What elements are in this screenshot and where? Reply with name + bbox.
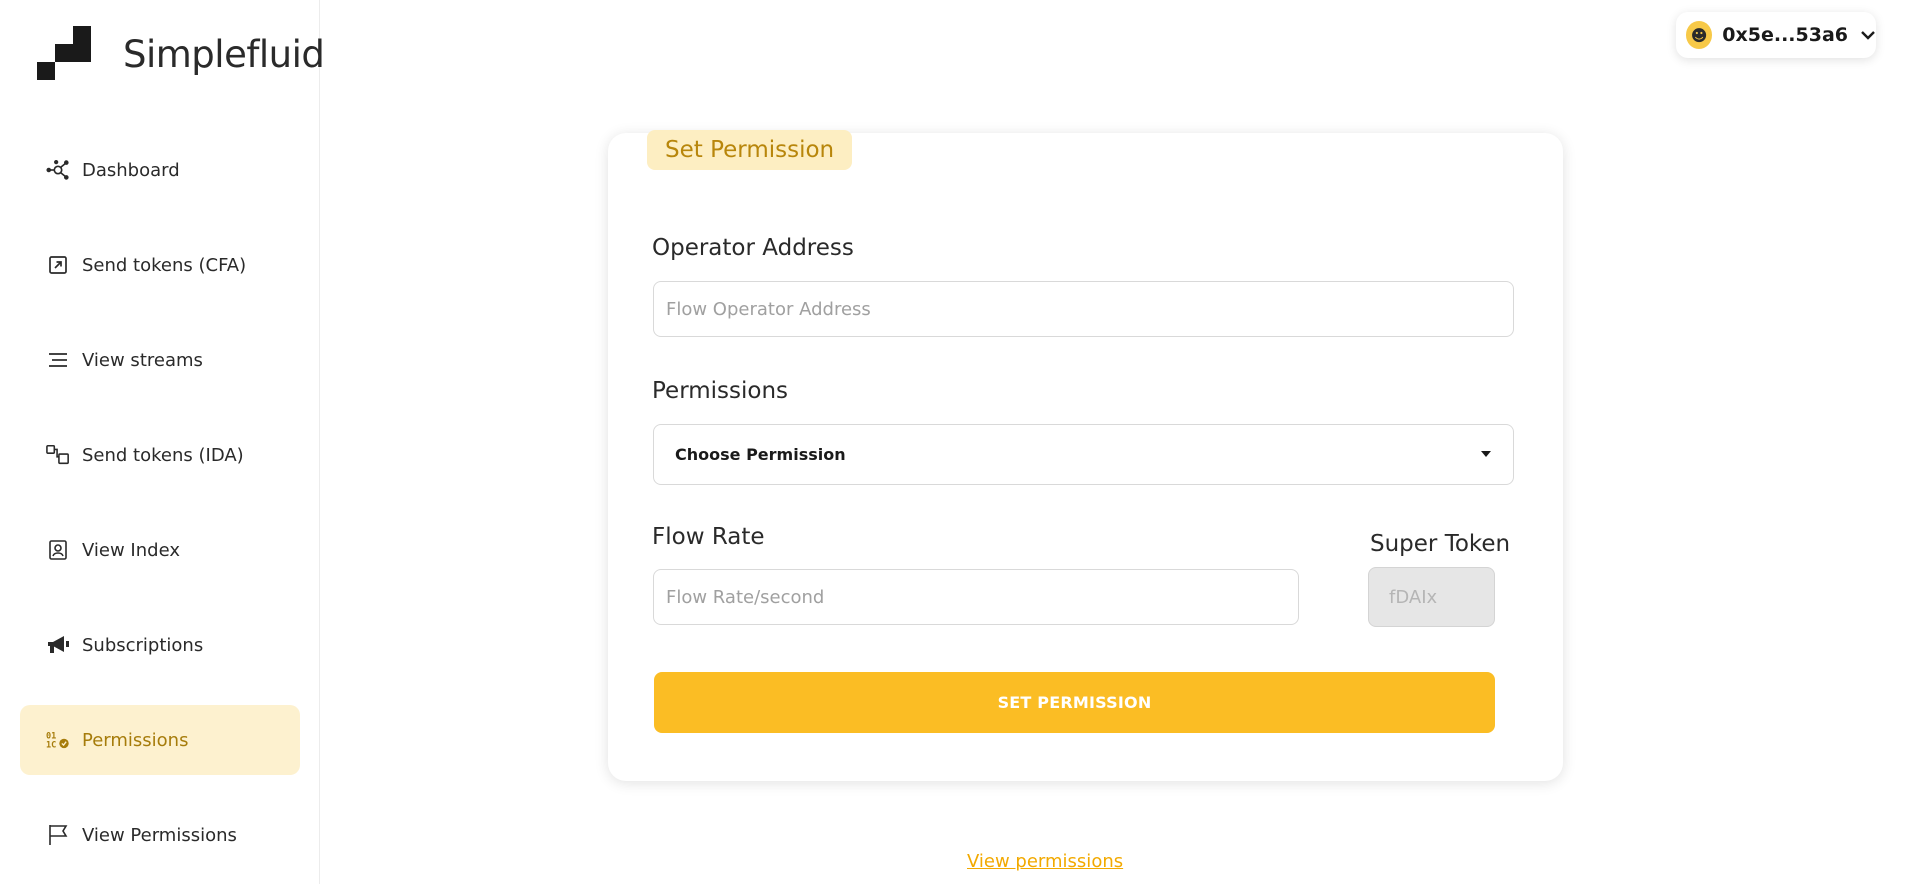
- sidebar-item-label: Send tokens (IDA): [82, 444, 244, 466]
- simplefluid-logo-icon: [37, 26, 93, 82]
- distribute-icon: [46, 443, 70, 467]
- sidebar-item-view-index[interactable]: View Index: [20, 515, 300, 585]
- sidebar-item-dashboard[interactable]: Dashboard: [20, 135, 300, 205]
- super-token-field: fDAIx: [1368, 567, 1495, 627]
- wallet-address: 0x5e...53a6: [1722, 24, 1848, 46]
- sidebar-item-permissions[interactable]: 01 1C Permissions: [20, 705, 300, 775]
- permissions-select-value: Choose Permission: [675, 445, 846, 464]
- sidebar-item-view-permissions[interactable]: View Permissions: [20, 800, 300, 870]
- contact-card-icon: [46, 538, 70, 562]
- megaphone-icon: [46, 633, 70, 657]
- sidebar: Simplefluid Dashboard Send tokens (CFA) …: [0, 0, 325, 884]
- card-title-tag: Set Permission: [647, 130, 853, 170]
- binary-check-icon: 01 1C: [46, 728, 70, 752]
- flow-rate-label: Flow Rate: [652, 524, 765, 550]
- flag-icon: [46, 823, 70, 847]
- svg-text:01: 01: [46, 731, 56, 741]
- list-icon: [46, 348, 70, 372]
- sidebar-item-subscriptions[interactable]: Subscriptions: [20, 610, 300, 680]
- set-permission-button[interactable]: SET PERMISSION: [654, 672, 1495, 733]
- sidebar-item-label: Dashboard: [82, 159, 180, 181]
- sidebar-item-label: View streams: [82, 349, 203, 371]
- sidebar-item-send-tokens-ida[interactable]: Send tokens (IDA): [20, 420, 300, 490]
- brand[interactable]: Simplefluid: [37, 26, 325, 82]
- sidebar-item-label: Send tokens (CFA): [82, 254, 247, 276]
- send-arrow-icon: [46, 253, 70, 277]
- sidebar-item-label: Subscriptions: [82, 634, 204, 656]
- permissions-select[interactable]: Choose Permission: [653, 424, 1514, 485]
- wallet-account-button[interactable]: ☻ 0x5e...53a6: [1676, 12, 1876, 58]
- brand-name: Simplefluid: [123, 32, 325, 76]
- sidebar-item-label: View Index: [82, 539, 180, 561]
- operator-address-label: Operator Address: [652, 235, 854, 261]
- caret-down-icon: [1481, 451, 1491, 457]
- sidebar-item-label: Permissions: [82, 729, 189, 751]
- smiley-icon: ☻: [1686, 21, 1713, 49]
- svg-text:1C: 1C: [46, 741, 56, 751]
- sidebar-item-view-streams[interactable]: View streams: [20, 325, 300, 395]
- dashboard-icon: [46, 158, 70, 182]
- flow-rate-input[interactable]: [653, 569, 1299, 625]
- sidebar-item-label: View Permissions: [82, 824, 237, 846]
- operator-address-input[interactable]: [653, 281, 1514, 337]
- super-token-label: Super Token: [1370, 531, 1511, 557]
- chevron-down-icon: [1860, 27, 1876, 43]
- permissions-label: Permissions: [652, 378, 789, 404]
- sidebar-item-send-tokens-cfa[interactable]: Send tokens (CFA): [20, 230, 300, 300]
- view-permissions-link[interactable]: View permissions: [967, 851, 1123, 872]
